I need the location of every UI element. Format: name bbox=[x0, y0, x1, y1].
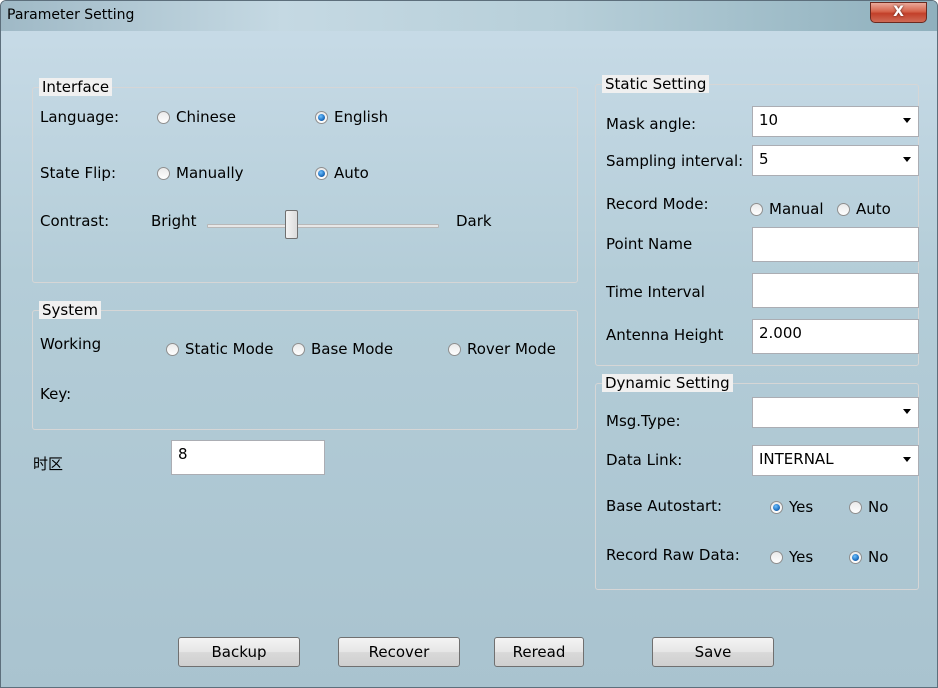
antenna-height-value: 2.000 bbox=[759, 324, 802, 342]
timezone-field[interactable]: 8 bbox=[171, 440, 325, 475]
msg-type-select[interactable] bbox=[752, 397, 919, 428]
system-legend: System bbox=[39, 301, 101, 319]
title-bar[interactable]: Parameter Setting X bbox=[1, 1, 937, 31]
msg-type-label: Msg.Type: bbox=[606, 412, 681, 430]
radio-label: Yes bbox=[789, 498, 814, 516]
dynamic-setting-legend: Dynamic Setting bbox=[602, 374, 733, 392]
radio-label: Base Mode bbox=[311, 340, 394, 358]
state-flip-radio-auto[interactable]: Auto bbox=[315, 164, 369, 182]
sampling-interval-select[interactable]: 5 bbox=[752, 145, 919, 176]
interface-legend: Interface bbox=[39, 78, 113, 96]
working-radio-rover[interactable]: Rover Mode bbox=[448, 340, 556, 358]
static-setting-legend: Static Setting bbox=[602, 75, 710, 93]
radio-icon bbox=[837, 202, 850, 216]
radio-icon bbox=[770, 550, 783, 564]
close-icon: X bbox=[893, 4, 904, 20]
radio-label: Auto bbox=[856, 200, 891, 218]
window-title: Parameter Setting bbox=[7, 7, 135, 23]
mask-angle-value: 10 bbox=[759, 111, 779, 129]
time-interval-label: Time Interval bbox=[606, 283, 705, 301]
point-name-field[interactable] bbox=[752, 227, 919, 262]
mask-angle-select[interactable]: 10 bbox=[752, 106, 919, 137]
point-name-label: Point Name bbox=[606, 235, 693, 253]
radio-label: Manual bbox=[769, 200, 824, 218]
radio-icon bbox=[292, 342, 305, 356]
radio-icon bbox=[448, 342, 461, 356]
radio-selected-icon bbox=[770, 500, 783, 514]
base-autostart-label: Base Autostart: bbox=[606, 497, 723, 515]
record-raw-radio-yes[interactable]: Yes bbox=[770, 548, 813, 566]
chevron-down-icon[interactable] bbox=[903, 157, 911, 162]
radio-label: No bbox=[868, 498, 889, 516]
data-link-select[interactable]: INTERNAL bbox=[752, 445, 919, 476]
radio-label: Chinese bbox=[176, 108, 236, 126]
state-flip-label: State Flip: bbox=[40, 164, 117, 182]
sampling-interval-label: Sampling interval: bbox=[606, 152, 744, 170]
radio-selected-icon bbox=[849, 550, 862, 564]
timezone-value: 8 bbox=[178, 445, 188, 463]
base-autostart-radio-no[interactable]: No bbox=[849, 498, 888, 516]
chevron-down-icon[interactable] bbox=[903, 118, 911, 123]
record-mode-label: Record Mode: bbox=[606, 195, 709, 213]
radio-icon bbox=[157, 166, 170, 180]
key-label: Key: bbox=[40, 385, 72, 403]
radio-label: English bbox=[334, 108, 389, 126]
radio-label: Rover Mode bbox=[467, 340, 556, 358]
data-link-value: INTERNAL bbox=[759, 450, 834, 468]
antenna-height-label: Antenna Height bbox=[606, 326, 724, 344]
sampling-interval-value: 5 bbox=[759, 150, 769, 168]
contrast-max-label: Dark bbox=[456, 212, 492, 230]
slider-track[interactable] bbox=[207, 224, 439, 228]
radio-icon bbox=[157, 110, 170, 124]
data-link-label: Data Link: bbox=[606, 451, 683, 469]
record-raw-data-label: Record Raw Data: bbox=[606, 546, 740, 564]
chevron-down-icon[interactable] bbox=[903, 409, 911, 414]
record-mode-radio-manual[interactable]: Manual bbox=[750, 200, 824, 218]
working-label: Working bbox=[40, 335, 102, 353]
mask-angle-label: Mask angle: bbox=[606, 115, 697, 133]
language-radio-english[interactable]: English bbox=[315, 108, 388, 126]
radio-label: Yes bbox=[789, 548, 814, 566]
chevron-down-icon[interactable] bbox=[903, 457, 911, 462]
save-button[interactable]: Save bbox=[652, 637, 774, 667]
close-button[interactable]: X bbox=[870, 2, 927, 23]
timezone-label: 时区 bbox=[33, 455, 64, 473]
radio-icon bbox=[166, 342, 179, 356]
radio-icon bbox=[750, 202, 763, 216]
record-raw-radio-no[interactable]: No bbox=[849, 548, 888, 566]
language-radio-chinese[interactable]: Chinese bbox=[157, 108, 236, 126]
time-interval-field[interactable] bbox=[752, 273, 919, 308]
contrast-min-label: Bright bbox=[151, 212, 197, 230]
system-group: System bbox=[32, 301, 578, 430]
base-autostart-radio-yes[interactable]: Yes bbox=[770, 498, 813, 516]
working-radio-base[interactable]: Base Mode bbox=[292, 340, 393, 358]
recover-button[interactable]: Recover bbox=[338, 637, 460, 667]
working-radio-static[interactable]: Static Mode bbox=[166, 340, 274, 358]
state-flip-radio-manually[interactable]: Manually bbox=[157, 164, 244, 182]
backup-button[interactable]: Backup bbox=[178, 637, 300, 667]
radio-label: Static Mode bbox=[185, 340, 274, 358]
slider-thumb[interactable] bbox=[284, 210, 298, 239]
radio-label: Auto bbox=[334, 164, 369, 182]
antenna-height-field[interactable]: 2.000 bbox=[752, 319, 919, 354]
reread-button[interactable]: Reread bbox=[494, 637, 584, 667]
radio-label: Manually bbox=[176, 164, 244, 182]
contrast-label: Contrast: bbox=[40, 212, 110, 230]
radio-label: No bbox=[868, 548, 889, 566]
record-mode-radio-auto[interactable]: Auto bbox=[837, 200, 891, 218]
radio-selected-icon bbox=[315, 166, 328, 180]
radio-icon bbox=[849, 500, 862, 514]
radio-selected-icon bbox=[315, 110, 328, 124]
language-label: Language: bbox=[40, 108, 120, 126]
